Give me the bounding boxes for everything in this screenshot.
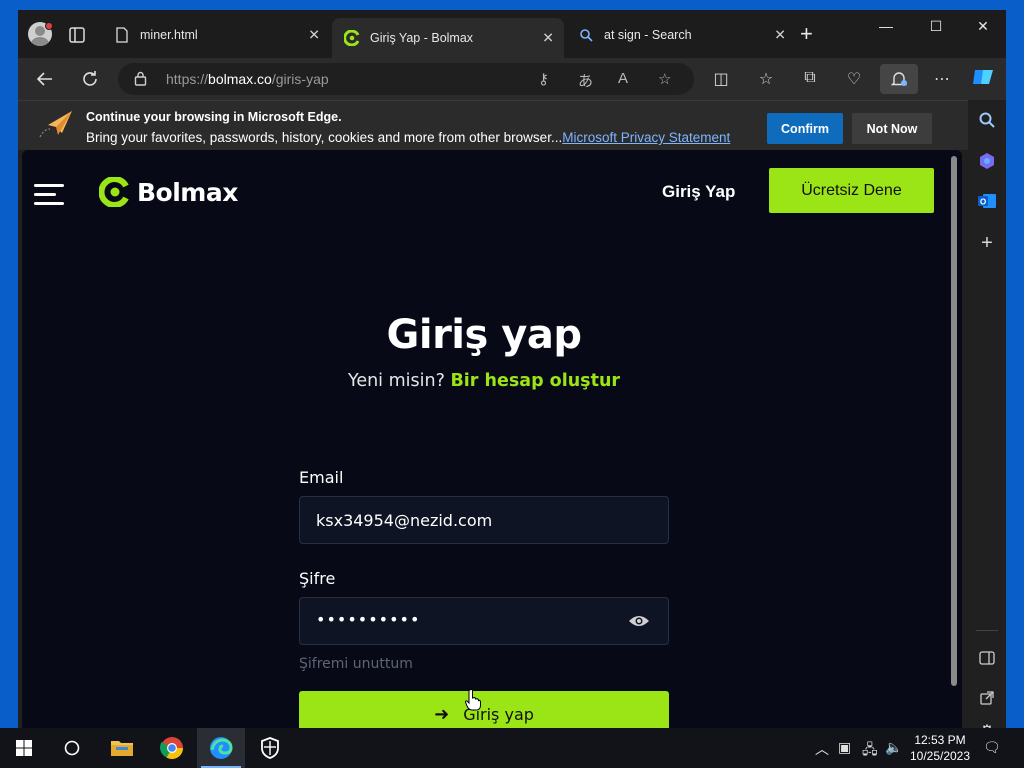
bolmax-logo-icon	[99, 177, 129, 207]
system-clock[interactable]: 12:53 PM 10/25/2023	[906, 732, 974, 764]
tab-actions-icon[interactable]	[66, 24, 88, 46]
favorites-icon[interactable]: ☆	[755, 69, 777, 89]
more-menu-icon[interactable]: ⋯	[931, 69, 953, 89]
bolmax-icon	[344, 30, 360, 46]
bolmax-logo[interactable]: Bolmax	[99, 177, 238, 207]
privacy-link[interactable]: Microsoft Privacy Statement	[562, 130, 730, 145]
close-tab-icon[interactable]: ✕	[542, 30, 554, 47]
notifications-button[interactable]	[880, 64, 918, 94]
notification-center-icon[interactable]: 🗨	[983, 739, 1001, 756]
banner-title: Continue your browsing in Microsoft Edge…	[86, 110, 342, 124]
forgot-password-link[interactable]: Şifremi unuttum	[299, 656, 413, 672]
tab-bolmax[interactable]: Giriş Yap - Bolmax ✕	[332, 18, 564, 58]
close-tab-icon[interactable]: ✕	[774, 26, 786, 43]
bell-icon	[890, 72, 908, 86]
tab-title: Giriş Yap - Bolmax	[370, 31, 474, 45]
email-value: ksx34954@nezid.com	[316, 511, 493, 530]
close-tab-icon[interactable]: ✕	[308, 26, 320, 43]
new-tab-button[interactable]: +	[800, 23, 813, 45]
edge-taskbar-icon[interactable]	[197, 728, 245, 768]
hide-sidebar-icon[interactable]	[974, 645, 1000, 671]
browser-window: miner.html ✕ Giriş Yap - Bolmax ✕ at sig…	[18, 10, 1006, 728]
read-aloud-icon[interactable]: A	[618, 70, 628, 87]
page-scrollbar[interactable]	[951, 156, 957, 686]
file-icon	[114, 26, 130, 43]
password-mask: ••••••••••	[316, 610, 421, 629]
collections-icon[interactable]: ⧉	[799, 69, 821, 87]
url-text: https://bolmax.co/giris-yap	[166, 71, 329, 87]
windows-taskbar: ︿ ▣ 🖧 🔈 12:53 PM 10/25/2023 🗨	[0, 728, 1024, 768]
network-icon[interactable]: 🖧	[862, 739, 878, 763]
hamburger-menu-icon[interactable]	[34, 184, 64, 211]
not-now-button[interactable]: Not Now	[852, 113, 932, 144]
create-account-link[interactable]: Bir hesap oluştur	[450, 371, 620, 391]
banner-message: Bring your favorites, passwords, history…	[86, 130, 731, 145]
page-title: Giriş yap	[386, 312, 582, 358]
copilot-sidebar-icon[interactable]	[974, 148, 1000, 174]
profile-badge	[45, 22, 53, 30]
close-window-icon[interactable]: ✕	[968, 18, 998, 35]
windows-start-icon[interactable]	[0, 728, 48, 768]
network-status-icon[interactable]: ▣	[838, 739, 851, 756]
edge-sidebar: O + ⚙	[968, 100, 1006, 728]
email-field[interactable]: ksx34954@nezid.com	[299, 496, 669, 544]
lock-icon[interactable]	[134, 71, 147, 89]
edge-import-banner: Continue your browsing in Microsoft Edge…	[18, 100, 968, 150]
split-screen-icon[interactable]: ◫	[710, 69, 732, 89]
tab-miner[interactable]: miner.html ✕	[102, 18, 330, 51]
password-field[interactable]: ••••••••••	[299, 597, 669, 645]
login-submit-button[interactable]: ➜ Giriş yap	[299, 691, 669, 728]
file-explorer-icon[interactable]	[98, 728, 146, 768]
svg-text:O: O	[980, 198, 986, 207]
copilot-icon[interactable]	[971, 66, 993, 93]
free-trial-button[interactable]: Ücretsiz Dene	[769, 168, 934, 213]
add-sidebar-icon[interactable]: +	[974, 230, 1000, 256]
nav-login-link[interactable]: Giriş Yap	[662, 182, 735, 202]
search-icon	[578, 27, 594, 43]
arrow-right-icon: ➜	[434, 703, 450, 725]
security-shield-icon[interactable]	[246, 728, 294, 768]
favorite-star-icon[interactable]: ☆	[658, 70, 671, 88]
refresh-icon[interactable]	[79, 68, 101, 90]
browser-essentials-icon[interactable]: ♡	[843, 69, 865, 89]
key-icon[interactable]: ⚷	[538, 70, 549, 88]
show-password-eye-icon[interactable]	[628, 613, 650, 629]
tab-search[interactable]: at sign - Search ✕	[566, 18, 796, 51]
settings-gear-icon[interactable]: ⚙	[974, 718, 1000, 728]
tab-title: miner.html	[140, 27, 198, 42]
search-icon[interactable]	[974, 107, 1000, 133]
task-view-icon[interactable]	[48, 728, 96, 768]
show-hidden-icons-icon[interactable]: ︿	[815, 739, 829, 759]
back-icon[interactable]	[34, 68, 56, 90]
translate-icon[interactable]: あ	[578, 70, 593, 91]
minimize-icon[interactable]: —	[871, 18, 901, 34]
page-viewport: Bolmax Giriş Yap Ücretsiz Dene Giriş yap…	[22, 150, 962, 728]
email-label: Email	[299, 468, 344, 487]
chrome-icon[interactable]	[148, 728, 196, 768]
tab-title: at sign - Search	[604, 27, 692, 42]
tab-bar: miner.html ✕ Giriş Yap - Bolmax ✕ at sig…	[18, 10, 1006, 58]
paper-plane-icon	[36, 107, 76, 143]
volume-muted-icon[interactable]: 🔈	[885, 739, 902, 756]
signup-prompt: Yeni misin? Bir hesap oluştur	[347, 371, 621, 391]
confirm-button[interactable]: Confirm	[767, 113, 843, 144]
maximize-icon[interactable]: ☐	[921, 18, 951, 35]
address-toolbar: https://bolmax.co/giris-yap ⚷ あ A ☆ ◫ ☆ …	[18, 58, 1006, 100]
sidebar-divider	[976, 630, 998, 631]
address-bar[interactable]: https://bolmax.co/giris-yap ⚷ あ A ☆	[118, 63, 694, 95]
brand-name: Bolmax	[137, 177, 238, 207]
outlook-icon[interactable]: O	[974, 188, 1000, 214]
external-link-icon[interactable]	[974, 685, 1000, 711]
password-label: Şifre	[299, 569, 336, 588]
hand-cursor-icon	[465, 689, 481, 711]
